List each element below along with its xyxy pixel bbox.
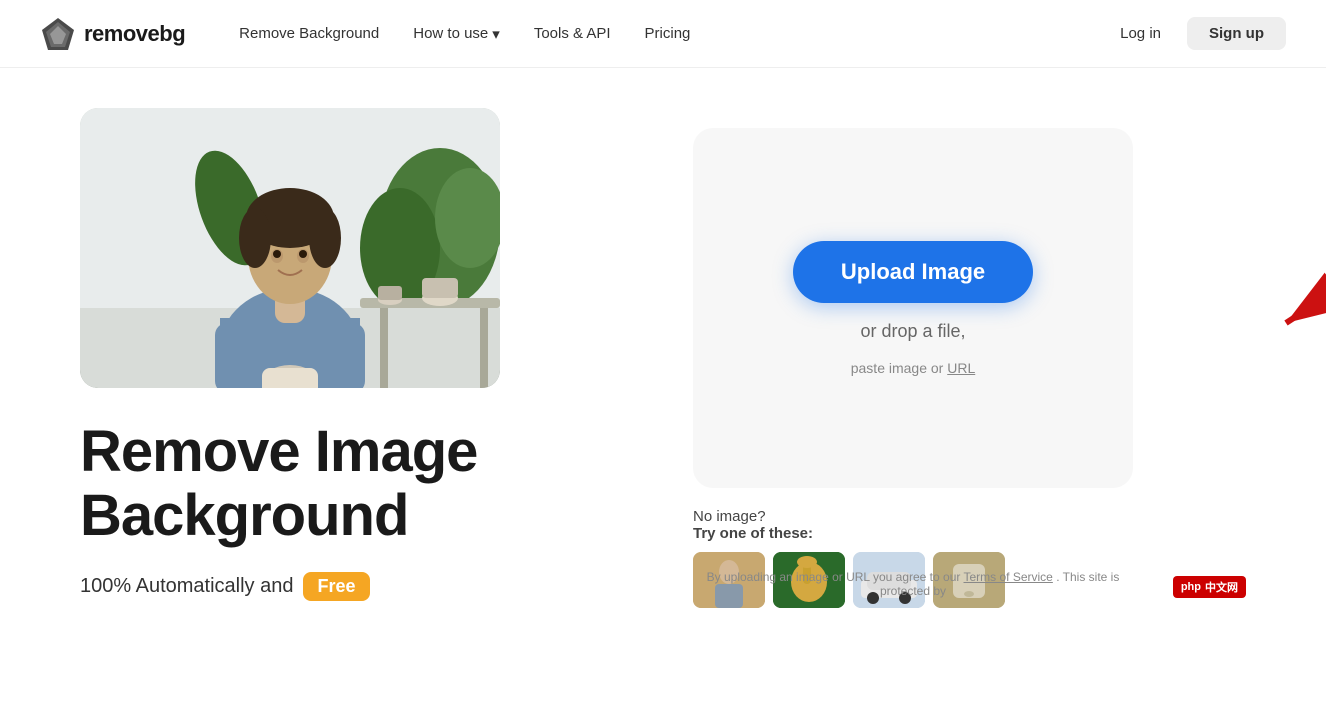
chevron-down-icon: ▾	[492, 25, 500, 43]
main-content: Remove Image Background 100% Automatical…	[0, 68, 1326, 718]
nav-actions: Log in Sign up	[1106, 17, 1286, 50]
upload-dropzone[interactable]: Upload Image or drop a file, paste image…	[693, 128, 1133, 488]
nav-pricing[interactable]: Pricing	[631, 19, 705, 48]
terms-bar: By uploading an image or URL you agree t…	[693, 570, 1133, 598]
terms-link[interactable]: Terms of Service	[964, 570, 1053, 584]
hero-title: Remove Image Background	[80, 420, 500, 548]
brand-name: removebg	[84, 21, 185, 47]
hero-subtitle: 100% Automatically and Free	[80, 572, 500, 601]
upload-section: Upload Image or drop a file, paste image…	[560, 108, 1266, 608]
nav-links: Remove Background How to use ▾ Tools & A…	[225, 19, 1106, 49]
free-badge: Free	[303, 572, 369, 601]
nav-remove-background[interactable]: Remove Background	[225, 19, 393, 48]
url-link[interactable]: URL	[947, 360, 975, 376]
signup-button[interactable]: Sign up	[1187, 17, 1286, 50]
drop-text: or drop a file,	[860, 321, 965, 342]
squiggle-decoration	[1226, 48, 1326, 273]
hero-image	[80, 108, 500, 388]
nav-tools-api[interactable]: Tools & API	[520, 19, 625, 48]
logo-icon	[40, 16, 76, 52]
upload-image-button[interactable]: Upload Image	[793, 241, 1033, 303]
hero-section: Remove Image Background 100% Automatical…	[80, 108, 500, 601]
drop-sub: paste image or URL	[851, 360, 976, 376]
nav-how-to-use[interactable]: How to use ▾	[399, 19, 514, 49]
login-button[interactable]: Log in	[1106, 19, 1175, 48]
red-arrow-decoration	[1226, 228, 1326, 353]
php-badge: php 中文网	[1173, 576, 1246, 598]
navbar: removebg Remove Background How to use ▾ …	[0, 0, 1326, 68]
logo[interactable]: removebg	[40, 16, 185, 52]
samples-label: No image? Try one of these:	[693, 508, 1133, 542]
